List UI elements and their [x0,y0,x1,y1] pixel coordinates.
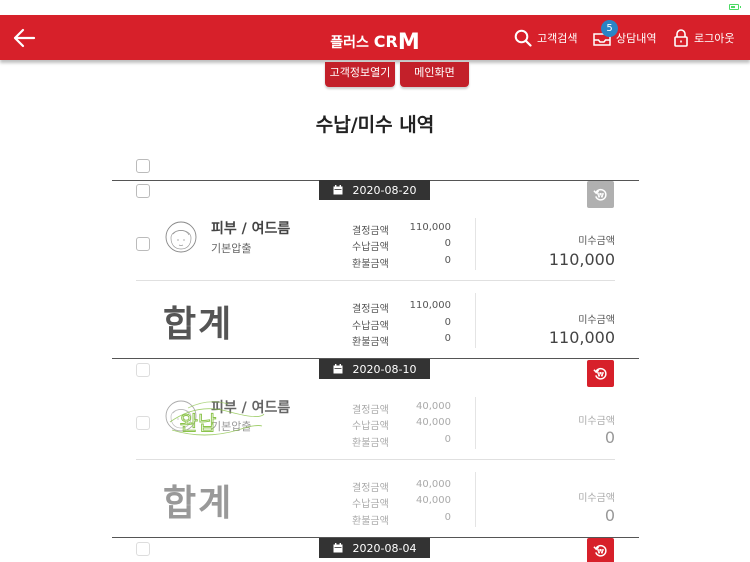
outstanding-amount: 0 [604,428,615,447]
stamp-text: 완납 [180,411,217,435]
logo-m: M [397,30,420,55]
paid-amount-label: 수납금액 [352,421,389,432]
outstanding-amount: 110,000 [548,250,615,269]
face-avatar-icon [165,221,197,253]
total-refund-amount: 0 [444,333,451,344]
history-icon: ₩ [593,367,607,380]
customer-search-button[interactable]: 고객검색 [514,15,577,60]
total-refund-amount: 0 [444,512,451,523]
total-decided-amount: 40,000 [416,479,451,490]
total-paid-label: 수납금액 [352,499,389,510]
page-title: 수납/미수 내역 [315,114,435,136]
consult-history-button[interactable]: 상담내역 5 [593,15,656,60]
total-paid-amount: 0 [444,317,451,328]
decided-amount-label: 결정금액 [352,405,389,416]
battery-icon [729,4,741,10]
treatment-type: 기본압출 [211,242,252,255]
history-button[interactable]: ₩ [587,538,614,562]
group-checkbox[interactable] [136,184,150,198]
svg-text:₩: ₩ [597,371,604,378]
date-label: 2020-08-04 [319,538,430,558]
date-text: 2020-08-20 [352,183,417,197]
lock-icon [674,28,688,47]
svg-text:₩: ₩ [597,192,604,199]
total-label: 합계 [163,483,234,524]
paid-in-full-stamp: 완납 [169,401,265,435]
history-button[interactable]: ₩ [587,360,614,387]
consult-history-label: 상담내역 [616,31,657,45]
date-label: 2020-08-20 [319,180,430,200]
decided-amount-label: 결정금액 [352,226,389,237]
total-decided-label: 결정금액 [352,304,389,315]
calendar-icon [333,543,343,553]
svg-text:₩: ₩ [597,548,604,555]
paid-amount: 40,000 [416,417,451,428]
refund-amount: 0 [444,434,451,445]
app-header: 플러스 CRM 고객검색 상담내역 5 로그아웃 [0,15,750,60]
outstanding-amount-label: 미수금액 [578,236,615,247]
date-text: 2020-08-04 [352,541,417,555]
product-name: 피부 / 여드름 [211,221,291,237]
decided-amount: 110,000 [409,222,451,233]
refund-amount-label: 환불금액 [352,438,389,449]
refund-amount-label: 환불금액 [352,259,389,270]
divider [136,459,615,460]
outstanding-amount-label: 미수금액 [578,416,615,427]
group-checkbox[interactable] [136,363,150,377]
history-icon: ₩ [593,188,607,201]
item-checkbox[interactable] [136,416,150,430]
history-icon: ₩ [593,544,607,557]
logo-cr: CR [373,32,398,51]
paid-amount: 0 [444,238,451,249]
total-refund-label: 환불금액 [352,337,389,348]
main-screen-button[interactable]: 메인화면 [400,62,469,87]
date-text: 2020-08-10 [352,362,417,376]
logout-button[interactable]: 로그아웃 [673,15,734,60]
date-label: 2020-08-10 [319,359,430,379]
decided-amount: 40,000 [416,401,451,412]
total-outstanding-label: 미수금액 [578,493,615,504]
item-checkbox[interactable] [136,237,150,251]
customer-search-label: 고객검색 [537,31,578,45]
total-paid-label: 수납금액 [352,321,389,332]
total-label: 합계 [163,304,234,345]
divider [136,280,615,281]
total-paid-amount: 40,000 [416,495,451,506]
total-decided-label: 결정금액 [352,483,389,494]
total-refund-label: 환불금액 [352,516,389,527]
paid-amount-label: 수납금액 [352,242,389,253]
consult-count-badge: 5 [601,20,618,37]
select-all-checkbox[interactable] [136,159,150,173]
history-button[interactable]: ₩ [587,181,614,208]
status-bar [0,0,750,15]
open-customer-info-button[interactable]: 고객정보열기 [325,62,395,87]
logo-prefix: 플러스 [330,35,374,51]
total-outstanding-label: 미수금액 [578,315,615,326]
group-checkbox[interactable] [136,542,150,556]
total-outstanding-amount: 0 [604,506,615,525]
search-icon [514,29,532,47]
refund-amount: 0 [444,255,451,266]
total-decided-amount: 110,000 [409,300,451,311]
calendar-icon [333,185,343,195]
calendar-icon [333,364,343,374]
logout-label: 로그아웃 [694,31,735,45]
total-outstanding-amount: 110,000 [548,328,615,347]
